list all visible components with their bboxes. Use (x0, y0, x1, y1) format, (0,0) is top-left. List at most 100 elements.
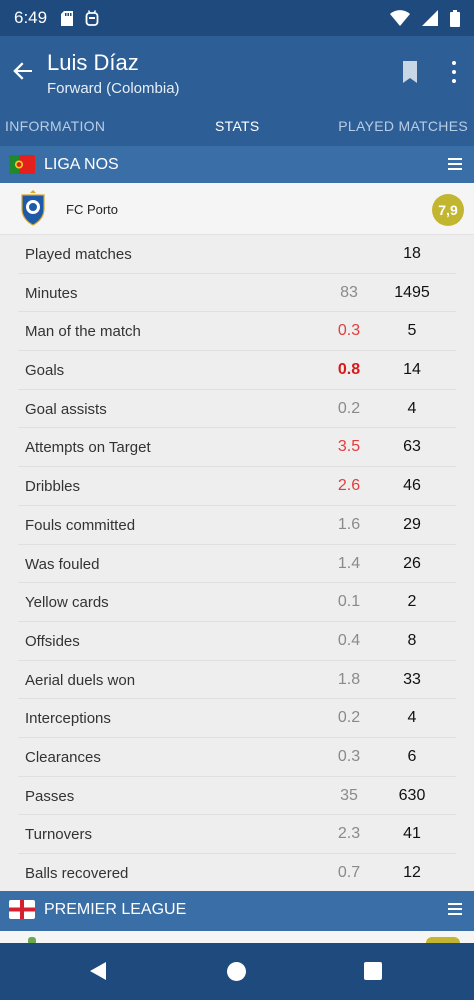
stat-total: 14 (403, 361, 421, 379)
player-name: Luis Díaz (47, 50, 139, 75)
stat-row-attempts-on-target: Attempts on Target 3.5 63 (18, 428, 456, 468)
stat-average: 0.2 (337, 399, 361, 417)
fc-porto-crest-icon (21, 190, 45, 226)
bookmark-icon[interactable] (402, 60, 418, 84)
stat-total: 2 (407, 593, 417, 611)
stat-total: 18 (403, 245, 421, 262)
stat-label: Yellow cards (25, 594, 109, 612)
league-name: PREMIER LEAGUE (44, 901, 187, 918)
nav-back-icon[interactable] (89, 961, 107, 981)
stat-label: Interceptions (25, 710, 111, 728)
stats-list: Played matches 18 Minutes 83 1495 Man of… (0, 235, 474, 893)
stat-average: 1.8 (337, 670, 361, 688)
stat-average: 1.4 (337, 554, 361, 572)
stat-total: 4 (407, 399, 417, 417)
tab-played-matches[interactable]: PLAYED MATCHES (338, 118, 468, 134)
rating-badge: 7,9 (432, 194, 464, 226)
system-nav-bar (0, 943, 474, 1000)
stat-row-goal-assists: Goal assists 0.2 4 (18, 390, 456, 429)
status-bar: 6:49 (0, 0, 474, 36)
stat-average: 0.1 (337, 593, 361, 611)
league-menu-icon[interactable] (448, 158, 462, 170)
stat-row-man-of-the-match: Man of the match 0.3 5 (18, 312, 456, 352)
stat-label: Dribbles (25, 478, 81, 496)
stat-label: Balls recovered (25, 865, 129, 882)
stat-total: 12 (403, 864, 421, 881)
stat-average: 0.4 (337, 631, 361, 649)
player-position: Forward (Colombia) (47, 80, 180, 97)
stat-row-passes: Passes 35 630 (18, 777, 456, 816)
nav-recent-apps-icon[interactable] (364, 962, 382, 980)
tab-bar: INFORMATION STATS PLAYED MATCHES (0, 106, 474, 146)
stat-row-was-fouled: Was fouled 1.4 26 (18, 545, 456, 584)
more-vert-icon[interactable] (450, 61, 458, 83)
stat-total: 630 (398, 786, 426, 804)
stat-row-turnovers: Turnovers 2.3 41 (18, 815, 456, 854)
stat-average: 0.7 (337, 864, 361, 881)
tab-stats[interactable]: STATS (215, 118, 260, 134)
stat-average: 0.3 (337, 747, 361, 765)
status-time: 6:49 (14, 8, 48, 27)
stat-row-played-matches: Played matches 18 (18, 235, 456, 274)
nav-home-icon[interactable] (227, 962, 246, 981)
stat-label: Minutes (25, 284, 78, 302)
status-left-icons (61, 10, 99, 26)
stat-average: 1.6 (337, 515, 361, 533)
stat-label: Goals (25, 362, 65, 380)
android-icon (85, 10, 99, 26)
back-arrow-icon[interactable] (10, 58, 36, 84)
stat-label: Fouls committed (25, 516, 136, 534)
stat-label: Offsides (25, 632, 80, 650)
stat-row-goals: Goals 0.8 14 (18, 351, 456, 390)
signal-icon (422, 10, 438, 26)
england-flag-icon (9, 900, 35, 919)
stat-label: Was fouled (25, 555, 100, 573)
stat-total: 1495 (394, 283, 430, 301)
stat-row-offsides: Offsides 0.4 8 (18, 622, 456, 661)
stat-total: 33 (403, 670, 421, 688)
stat-label: Goal assists (25, 400, 107, 418)
stat-total: 8 (407, 631, 417, 649)
stat-row-aerial-duels-won: Aerial duels won 1.8 33 (18, 661, 456, 700)
stat-label: Man of the match (25, 323, 141, 341)
stat-average: 2.3 (337, 825, 361, 843)
battery-icon (450, 9, 460, 27)
stat-average: 83 (340, 283, 358, 301)
league-name: LIGA NOS (44, 156, 119, 173)
sd-card-icon (61, 10, 74, 26)
stat-total: 4 (407, 709, 417, 727)
stat-label: Passes (25, 787, 75, 805)
portugal-flag-icon (9, 155, 35, 174)
stat-average: 3.5 (337, 438, 361, 456)
league-header-liga-nos[interactable]: LIGA NOS (0, 146, 474, 184)
stat-total: 63 (403, 438, 421, 456)
league-menu-icon[interactable] (448, 903, 462, 915)
status-right-icons (390, 9, 460, 27)
team-card: FC Porto 7,9 (0, 183, 474, 235)
stat-average: 0.2 (337, 709, 361, 727)
tab-information[interactable]: INFORMATION (5, 118, 105, 134)
stat-label: Turnovers (25, 826, 92, 844)
stat-average: 0.8 (337, 361, 361, 379)
team-card-partial (0, 931, 474, 943)
stat-total: 46 (403, 477, 421, 495)
stat-average: 35 (340, 786, 358, 804)
stat-total: 6 (407, 747, 417, 765)
app-bar: Luis Díaz Forward (Colombia) (0, 36, 474, 106)
stat-total: 5 (407, 322, 417, 340)
stat-label: Aerial duels won (25, 671, 136, 689)
stat-row-fouls-committed: Fouls committed 1.6 29 (18, 506, 456, 545)
stat-row-clearances: Clearances 0.3 6 (18, 738, 456, 777)
stat-average: 2.6 (337, 477, 361, 495)
club-name: FC Porto (66, 202, 119, 217)
stat-row-interceptions: Interceptions 0.2 4 (18, 699, 456, 738)
stat-row-dribbles: Dribbles 2.6 46 (18, 467, 456, 506)
stat-label: Played matches (25, 246, 132, 263)
stat-total: 26 (403, 554, 421, 572)
league-header-premier-league[interactable]: PREMIER LEAGUE (0, 891, 474, 931)
stat-label: Attempts on Target (25, 439, 151, 457)
stat-average: 0.3 (337, 322, 361, 340)
wifi-icon (390, 10, 410, 26)
stat-total: 29 (403, 515, 421, 533)
stat-total: 41 (403, 825, 421, 843)
